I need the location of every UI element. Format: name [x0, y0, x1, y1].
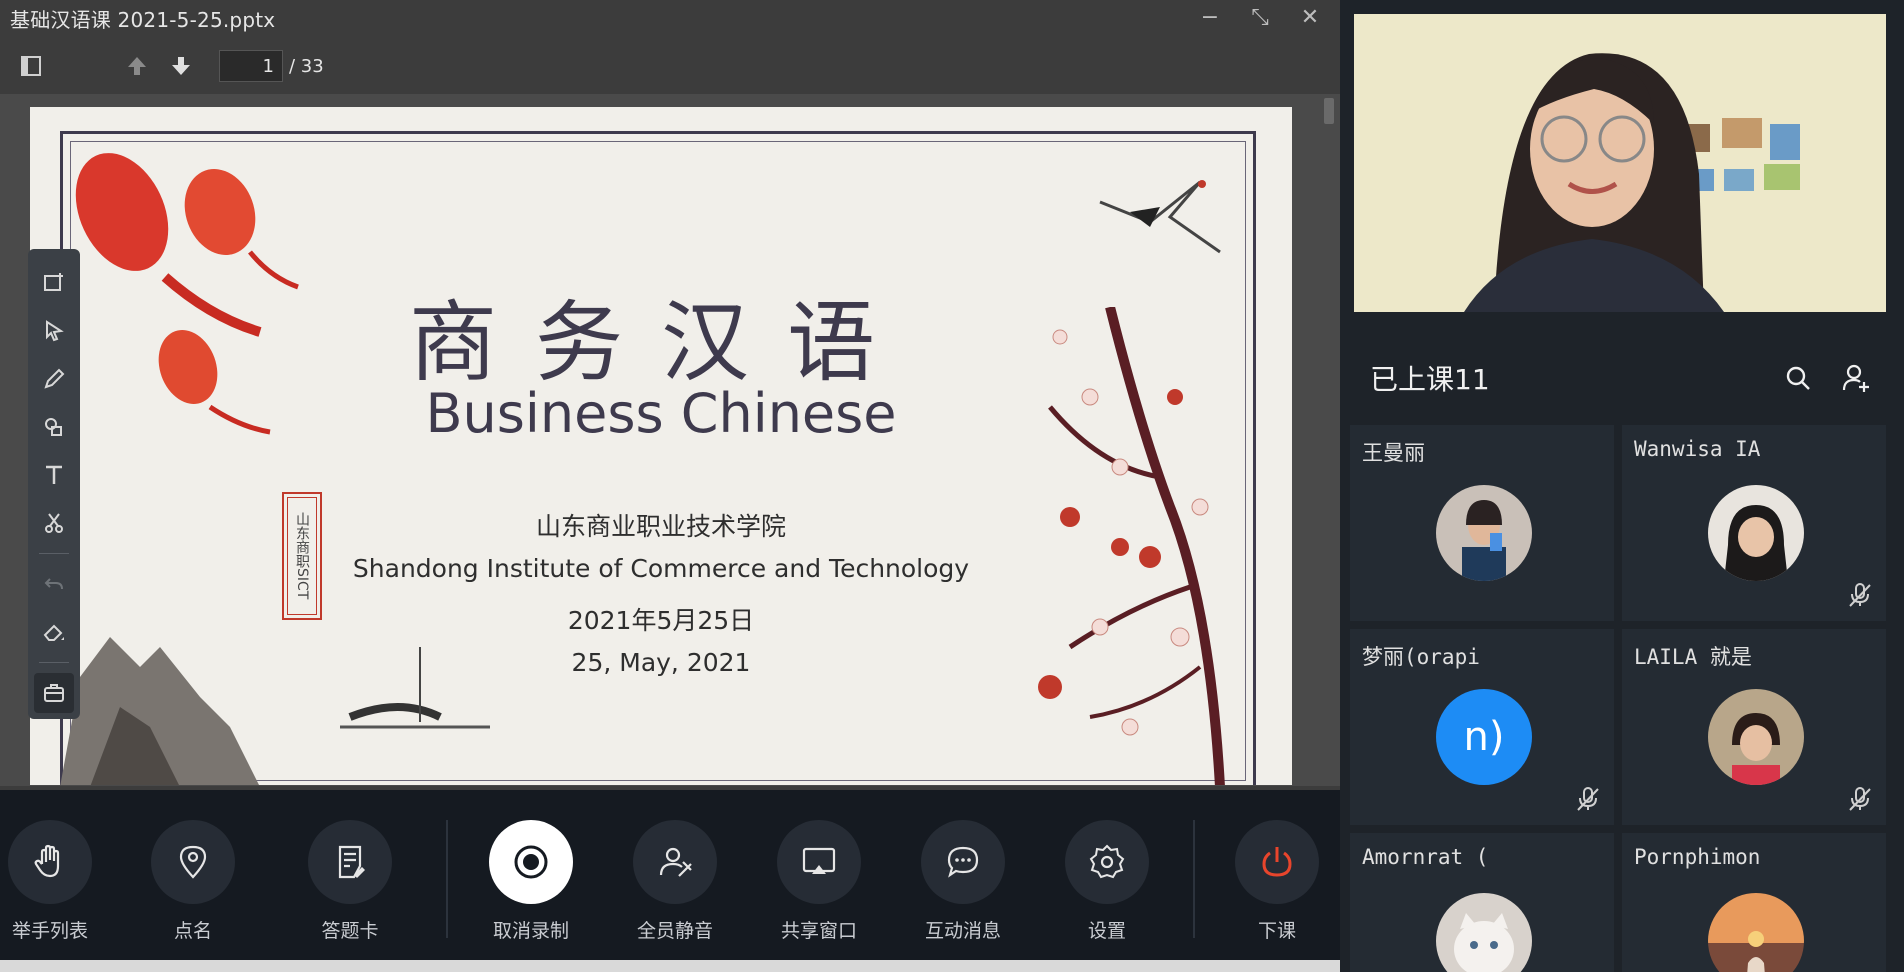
- muted-mic-icon: [1577, 787, 1599, 811]
- class-control-bar: 举手列表 点名 答题卡 取消录制 全员静音 共享窗口 互动消息 设置 下课: [0, 790, 1340, 972]
- slide-canvas: 商务汉语 Business Chinese 山东商业职业技术学院 Shandon…: [30, 107, 1292, 785]
- toolbar-divider: [39, 662, 69, 663]
- answer-card-button[interactable]: 答题卡: [290, 820, 410, 943]
- window-titlebar: 基础汉语课 2021-5-25.pptx − ⤡ ✕: [0, 0, 1340, 36]
- muted-mic-icon: [1849, 583, 1871, 607]
- screen-share-icon: [777, 820, 861, 904]
- mute-all-icon: [633, 820, 717, 904]
- pen-icon[interactable]: [34, 359, 74, 399]
- slide-title-chinese: 商务汉语: [408, 291, 913, 394]
- participant-tile[interactable]: Wanwisa IA: [1622, 425, 1886, 621]
- stop-recording-button[interactable]: 取消录制: [471, 820, 591, 943]
- share-window-label: 共享窗口: [780, 920, 857, 942]
- slide-title-english: Business Chinese: [425, 382, 897, 445]
- viewer-toolbar: / 33: [0, 44, 1340, 88]
- arrow-up-icon[interactable]: [117, 46, 157, 86]
- mute-all-label: 全员静音: [636, 920, 713, 942]
- chat-messages-label: 互动消息: [924, 920, 1001, 942]
- settings-label: 设置: [1087, 920, 1126, 942]
- page-total: / 33: [289, 55, 324, 77]
- stop-recording-label: 取消录制: [492, 920, 569, 942]
- share-window-button[interactable]: 共享窗口: [759, 820, 879, 943]
- participant-name: 王曼丽: [1362, 441, 1425, 465]
- answer-sheet-icon: [308, 820, 392, 904]
- restore-button[interactable]: ⤡: [1244, 4, 1276, 32]
- participant-name: Wanwisa IA: [1634, 437, 1761, 461]
- presentation-viewer: 基础汉语课 2021-5-25.pptx − ⤡ ✕ / 33: [0, 0, 1340, 790]
- teacher-video: [1354, 14, 1886, 312]
- minimize-button[interactable]: −: [1194, 4, 1226, 32]
- scissors-icon[interactable]: [34, 503, 74, 543]
- avatar: n): [1436, 689, 1532, 785]
- eraser-icon[interactable]: [34, 612, 74, 652]
- slide-school-english: Shandong Institute of Commerce and Techn…: [352, 554, 970, 583]
- toolbox-icon[interactable]: [34, 673, 74, 713]
- sidebar-toggle-icon[interactable]: [11, 46, 51, 86]
- chat-bubble-icon: [921, 820, 1005, 904]
- end-class-label: 下课: [1257, 920, 1296, 942]
- vertical-scrollbar[interactable]: [1324, 98, 1334, 124]
- pointer-icon[interactable]: [34, 311, 74, 351]
- slide-date-english: 25, May, 2021: [571, 648, 751, 677]
- annotation-toolbar: [28, 249, 80, 719]
- toolbar-divider: [39, 553, 69, 554]
- slide-date-chinese: 2021年5月25日: [567, 606, 755, 635]
- close-button[interactable]: ✕: [1294, 4, 1326, 32]
- roll-call-button[interactable]: 点名: [133, 820, 253, 943]
- location-pin-icon: [151, 820, 235, 904]
- answer-card-label: 答题卡: [321, 920, 379, 942]
- power-icon: [1235, 820, 1319, 904]
- raise-hand-list-button[interactable]: 举手列表: [0, 820, 110, 943]
- participant-tile[interactable]: Amornrat (: [1350, 833, 1614, 972]
- participant-name: Amornrat (: [1362, 845, 1489, 869]
- window-controls: − ⤡ ✕: [1194, 4, 1326, 32]
- participant-tile[interactable]: LAILA 就是: [1622, 629, 1886, 825]
- avatar: [1708, 485, 1804, 581]
- roster-header: 已上课11: [1340, 340, 1904, 416]
- search-icon[interactable]: [1778, 358, 1818, 398]
- school-seal: 山东商职SICT: [282, 492, 322, 620]
- gear-icon: [1065, 820, 1149, 904]
- add-user-icon[interactable]: [1836, 358, 1876, 398]
- avatar: [1708, 893, 1804, 972]
- participant-tile[interactable]: Pornphimon: [1622, 833, 1886, 972]
- avatar: [1436, 893, 1532, 972]
- settings-button[interactable]: 设置: [1047, 820, 1167, 943]
- end-class-button[interactable]: 下课: [1217, 820, 1337, 943]
- add-slide-icon[interactable]: [34, 263, 74, 303]
- shapes-icon[interactable]: [34, 407, 74, 447]
- window-title: 基础汉语课 2021-5-25.pptx: [10, 7, 276, 32]
- roll-call-label: 点名: [173, 920, 212, 942]
- arrow-down-icon[interactable]: [161, 46, 201, 86]
- raise-hand-label: 举手列表: [11, 920, 88, 942]
- record-icon: [489, 820, 573, 904]
- control-divider: [1193, 820, 1195, 938]
- teacher-video-frame: [1354, 14, 1886, 312]
- avatar: [1708, 689, 1804, 785]
- crane-illustration: [1099, 180, 1221, 254]
- avatar: [1436, 485, 1532, 581]
- chat-messages-button[interactable]: 互动消息: [903, 820, 1023, 943]
- muted-mic-icon: [1849, 787, 1871, 811]
- slide-school-chinese: 山东商业职业技术学院: [535, 512, 786, 541]
- page-number-input[interactable]: [219, 50, 283, 82]
- participant-tile[interactable]: 王曼丽: [1350, 425, 1614, 621]
- participant-name: 梦丽(orapi: [1362, 645, 1480, 669]
- participant-name: LAILA 就是: [1634, 645, 1752, 669]
- slide-area: 商务汉语 Business Chinese 山东商业职业技术学院 Shandon…: [0, 94, 1340, 786]
- window-bottom-edge: [0, 960, 1340, 972]
- text-icon[interactable]: [34, 455, 74, 495]
- participant-name: Pornphimon: [1634, 845, 1761, 869]
- hand-icon: [8, 820, 92, 904]
- participant-tile[interactable]: 梦丽(orapi n): [1350, 629, 1614, 825]
- participants-panel: 已上课11 王曼丽 Wanwisa IA 梦丽(orapi n) LAILA 就…: [1340, 0, 1904, 972]
- roster-title: 已上课11: [1370, 363, 1490, 396]
- undo-icon[interactable]: [34, 564, 74, 604]
- seal-text: 山东商职SICT: [287, 497, 317, 615]
- classroom-app: 基础汉语课 2021-5-25.pptx − ⤡ ✕ / 33: [0, 0, 1904, 972]
- control-divider: [446, 820, 448, 938]
- mute-all-button[interactable]: 全员静音: [615, 820, 735, 943]
